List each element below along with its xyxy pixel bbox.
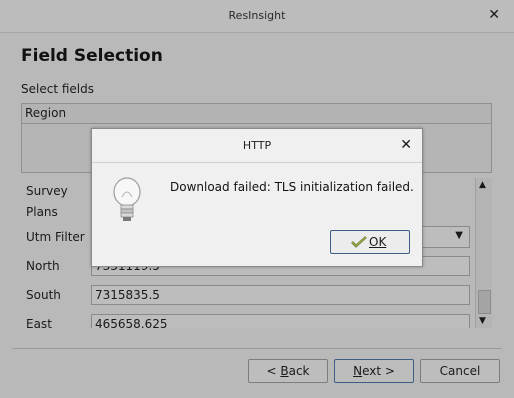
lightbulb-icon <box>113 177 141 221</box>
check-arrow-icon <box>351 236 367 248</box>
modal-overlay: HTTP ✕ Download failed: TLS initializati… <box>0 0 514 398</box>
ok-button-label: OK <box>369 235 386 249</box>
dialog-close-icon[interactable]: ✕ <box>400 137 412 153</box>
dialog-title-divider <box>92 162 422 163</box>
dialog-title: HTTP <box>242 139 272 152</box>
dialog-message: Download failed: TLS initialization fail… <box>170 180 414 194</box>
http-error-dialog: HTTP ✕ Download failed: TLS initializati… <box>91 128 423 267</box>
ok-button-label-rest: K <box>378 235 387 249</box>
ok-button[interactable]: OK <box>330 230 410 254</box>
